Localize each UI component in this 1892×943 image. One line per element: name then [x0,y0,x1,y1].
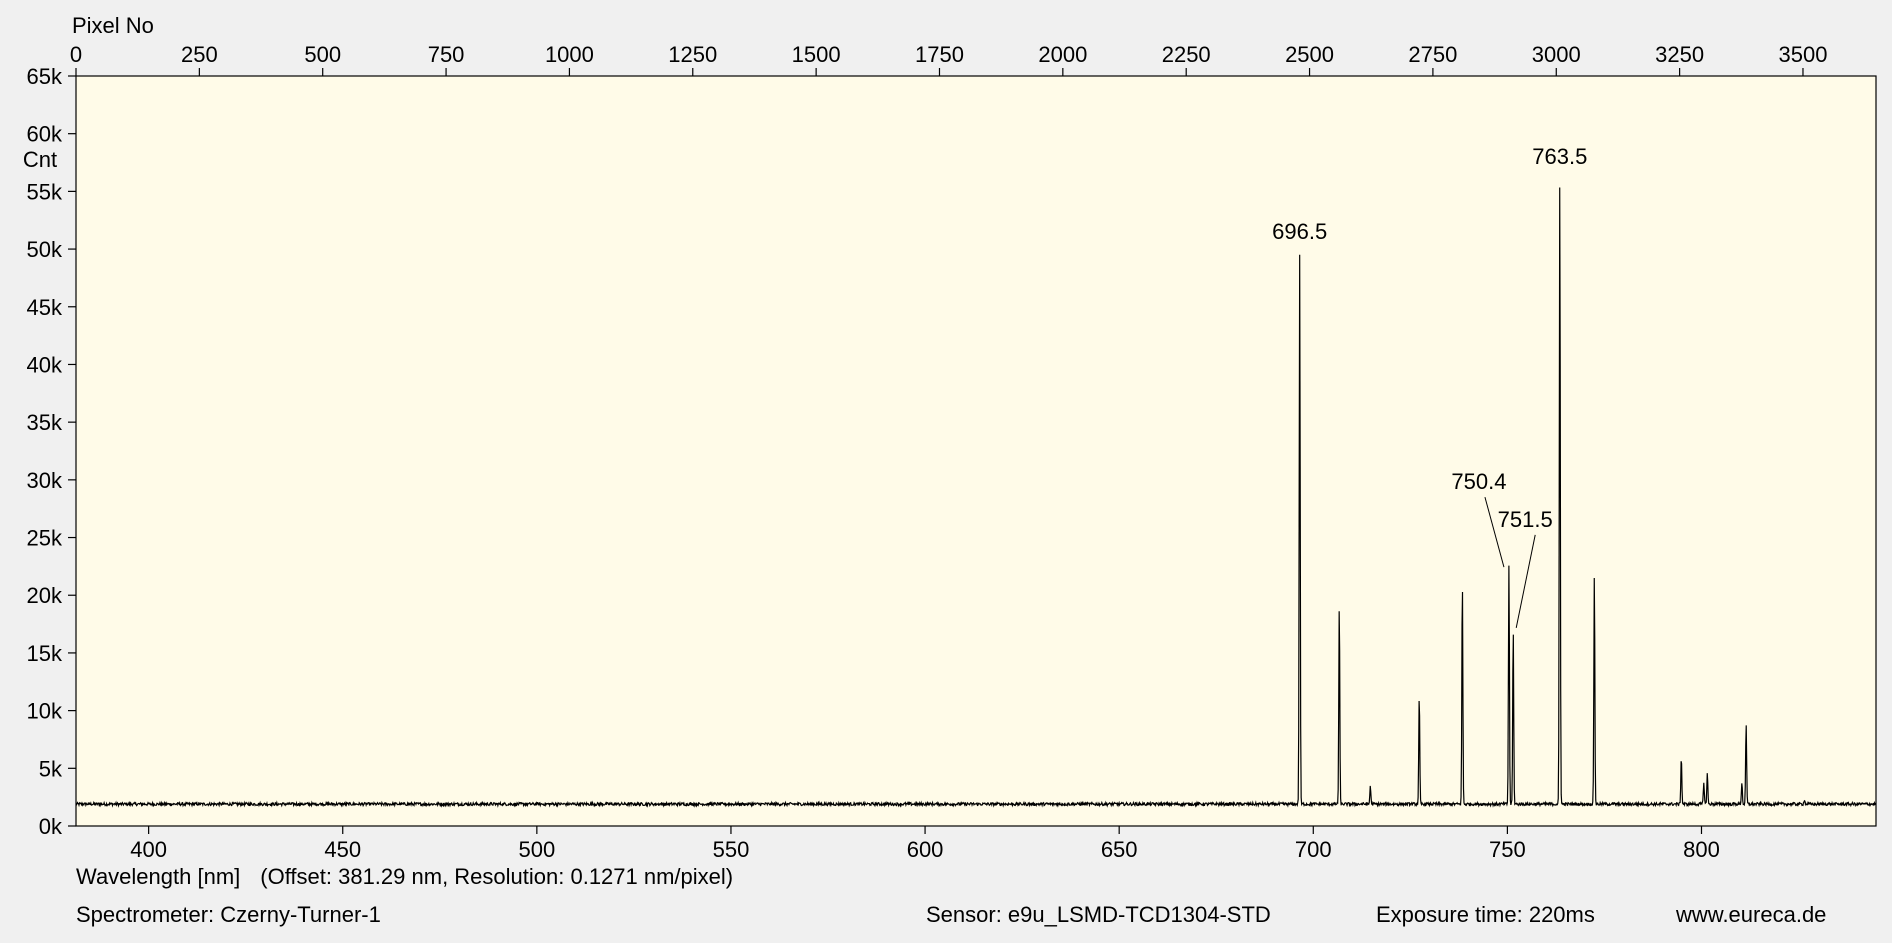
plot-area [76,76,1876,826]
peak-label: 696.5 [1272,219,1327,244]
y-tick-label: 40k [27,352,63,377]
y-axis-ticks: 0k 5k 10k 15k 20k 25k 30k 35k 40k 45k 50k 55k 60k 65k [27,64,76,839]
y-tick-label: 35k [27,410,63,435]
x-tick-label: 800 [1683,837,1720,862]
y-tick-label: 5k [39,756,63,781]
x-tick-label: 750 [1489,837,1526,862]
top-tick-label: 2500 [1285,42,1334,67]
top-tick-label: 250 [181,42,218,67]
x-tick-label: 500 [518,837,555,862]
top-tick-label: 1500 [792,42,841,67]
y-tick-label: 10k [27,699,63,724]
x-tick-label: 600 [907,837,944,862]
x-tick-label: 450 [324,837,361,862]
top-tick-label: 3500 [1778,42,1827,67]
x-tick-label: 550 [713,837,750,862]
website-link[interactable]: www.eureca.de [1676,902,1826,928]
y-tick-label: 25k [27,526,63,551]
x-axis-label-text: Wavelength [nm] [76,864,240,889]
y-tick-label: 60k [27,122,63,147]
spectrum-chart: 0k 5k 10k 15k 20k 25k 30k 35k 40k 45k 50k 55k 60k 65k… [23,13,1877,889]
y-tick-label: 20k [27,583,63,608]
x-tick-label: 400 [130,837,167,862]
x-tick-label: 650 [1101,837,1138,862]
peak-label: 763.5 [1532,144,1587,169]
y-axis-label: Cnt [23,147,57,172]
y-tick-label: 15k [27,641,63,666]
y-tick-label: 65k [27,64,63,89]
sensor-info: Sensor: e9u_LSMD-TCD1304-STD [926,902,1271,927]
y-tick-label: 55k [27,179,63,204]
peak-label: 751.5 [1498,507,1553,532]
x-tick-label: 700 [1295,837,1332,862]
top-axis-ticks: 0 250 500 750 1000 1250 1500 1750 2000 2250 2500 27… [70,42,1827,76]
top-tick-label: 0 [70,42,82,67]
top-tick-label: 1250 [668,42,717,67]
x-axis-label: Wavelength [nm] (Offset: 381.29 nm, Resol… [76,864,733,889]
exposure-info: Exposure time: 220ms [1376,902,1595,927]
x-axis-calibration-note: (Offset: 381.29 nm, Resolution: 0.1271 n… [260,864,733,889]
peak-label: 750.4 [1451,469,1506,494]
spectrometer-info: Spectrometer: Czerny-Turner-1 [76,902,381,927]
top-tick-label: 1750 [915,42,964,67]
y-tick-label: 50k [27,237,63,262]
x-axis-ticks: 400 450 500 550 600 650 700 750 800 [130,826,1720,862]
top-tick-label: 750 [428,42,465,67]
top-tick-label: 2000 [1038,42,1087,67]
top-tick-label: 1000 [545,42,594,67]
y-tick-label: 45k [27,295,63,320]
top-tick-label: 3000 [1532,42,1581,67]
top-tick-label: 500 [304,42,341,67]
top-axis-label: Pixel No [72,13,154,38]
top-tick-label: 3250 [1655,42,1704,67]
top-tick-label: 2750 [1408,42,1457,67]
top-tick-label: 2250 [1162,42,1211,67]
y-tick-label: 0k [39,814,63,839]
y-tick-label: 30k [27,468,63,493]
